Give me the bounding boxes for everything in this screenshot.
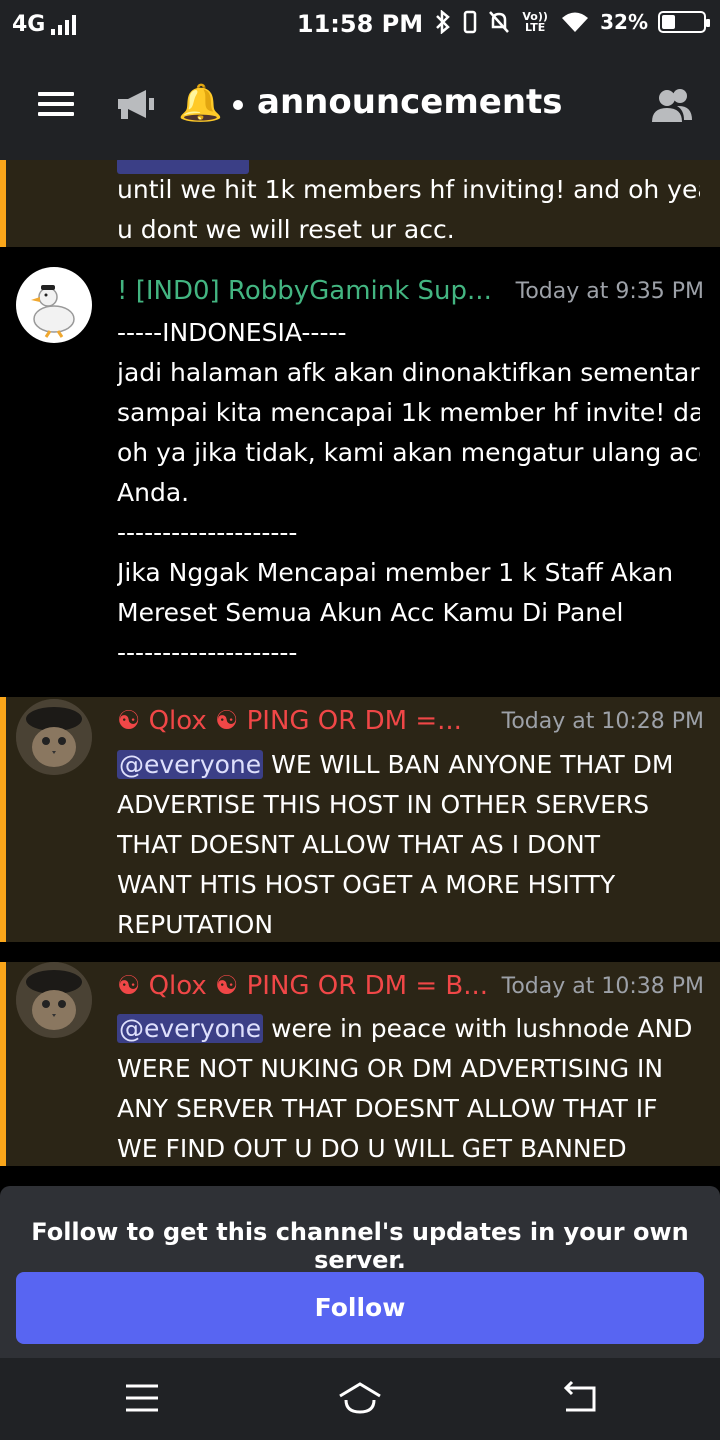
- message-line: WANT HTIS HOST OGET A MORE HSITTY: [117, 870, 616, 899]
- cat-avatar-icon: [16, 699, 92, 775]
- mute-icon: [489, 11, 510, 33]
- message-divider: [0, 942, 720, 962]
- back-icon[interactable]: [560, 1380, 600, 1416]
- message-line: u dont we will reset ur acc.: [117, 215, 455, 244]
- duck-avatar-icon: [31, 285, 75, 338]
- message-item[interactable]: ! [IND0] RobbyGamink Sup... Today at 9:3…: [0, 247, 720, 697]
- message-line: Mereset Semua Akun Acc Kamu Di Panel: [117, 598, 624, 627]
- bluetooth-icon: [436, 10, 450, 34]
- separator-dot: [233, 100, 243, 110]
- message-line: WERE NOT NUKING OR DM ADVERTISING IN: [117, 1054, 664, 1083]
- message-content: -----INDONESIA----- jadi halaman afk aka…: [117, 313, 700, 673]
- timestamp: Today at 9:35 PM: [515, 279, 704, 304]
- message-content: @everyone WE WILL BAN ANYONE THAT DM ADV…: [117, 745, 700, 945]
- message-header: ! [IND0] RobbyGamink Sup... Today at 9:3…: [117, 275, 704, 311]
- message-line: ADVERTISE THIS HOST IN OTHER SERVERS: [117, 790, 650, 819]
- timestamp: Today at 10:28 PM: [501, 709, 704, 734]
- message-divider: [0, 1166, 720, 1186]
- follow-button[interactable]: Follow: [16, 1272, 704, 1344]
- message-line: sampai kita mencapai 1k member hf invite…: [117, 398, 700, 427]
- message-line: REPUTATION: [117, 910, 274, 939]
- follow-panel: Follow to get this channel's updates in …: [0, 1186, 720, 1358]
- message-line: --------------------: [117, 638, 298, 667]
- megaphone-icon: [118, 90, 154, 119]
- channel-header: 🔔 announcements: [0, 52, 720, 160]
- wifi-icon: [562, 12, 589, 32]
- system-nav-bar: [0, 1358, 720, 1440]
- members-icon[interactable]: [650, 86, 694, 126]
- home-icon[interactable]: [336, 1380, 384, 1416]
- message-line: WE WILL BAN ANYONE THAT DM: [263, 750, 674, 779]
- channel-title: announcements: [257, 82, 563, 122]
- message-line: oh ya jika tidak, kami akan mengatur ula…: [117, 438, 700, 467]
- author-name[interactable]: ☯ Qlox ☯ PING OR DM =...: [117, 706, 462, 736]
- everyone-mention[interactable]: @everyone: [117, 750, 264, 779]
- author-name[interactable]: ! [IND0] RobbyGamink Sup...: [117, 276, 492, 306]
- cat-avatar-icon: [16, 962, 92, 1038]
- status-bar: 4G 11:58 PM Vo)) LTE 32%: [0, 0, 720, 52]
- message-item[interactable]: ☯ Qlox ☯ PING OR DM =... Today at 10:28 …: [0, 697, 720, 942]
- battery-icon: [658, 11, 710, 33]
- follow-prompt: Follow to get this channel's updates in …: [31, 1218, 689, 1274]
- avatar[interactable]: [16, 699, 92, 775]
- message-line: -----INDONESIA-----: [117, 318, 347, 347]
- avatar[interactable]: [16, 267, 92, 343]
- message-list[interactable]: until we hit 1k members hf inviting! and…: [0, 160, 720, 1186]
- avatar[interactable]: [16, 962, 92, 1038]
- message-line: ANY SERVER THAT DOESNT ALLOW THAT IF: [117, 1094, 658, 1123]
- recent-apps-icon[interactable]: [122, 1380, 162, 1416]
- message-line: until we hit 1k members hf inviting! and…: [117, 175, 700, 204]
- author-name[interactable]: ☯ Qlox ☯ PING OR DM = B...: [117, 971, 488, 1001]
- volte-indicator: Vo)) LTE: [522, 10, 548, 34]
- vibrate-icon: [463, 10, 477, 34]
- status-icons: Vo)) LTE 32%: [434, 10, 710, 34]
- message-line: jadi halaman afk akan dinonaktifkan seme…: [117, 358, 700, 387]
- timestamp: Today at 10:38 PM: [501, 974, 704, 999]
- message-line: Jika Nggak Mencapai member 1 k Staff Aka…: [117, 558, 674, 587]
- battery-percent: 32%: [600, 10, 648, 34]
- message-item[interactable]: ☯ Qlox ☯ PING OR DM = B... Today at 10:3…: [0, 962, 720, 1166]
- everyone-mention[interactable]: @everyone: [117, 1014, 264, 1043]
- message-line: Anda.: [117, 478, 190, 507]
- hamburger-menu-icon[interactable]: [38, 92, 74, 116]
- message-item[interactable]: until we hit 1k members hf inviting! and…: [0, 160, 720, 247]
- message-header: ☯ Qlox ☯ PING OR DM =... Today at 10:28 …: [117, 705, 704, 741]
- message-line: WE FIND OUT U DO U WILL GET BANNED: [117, 1134, 627, 1163]
- message-header: ☯ Qlox ☯ PING OR DM = B... Today at 10:3…: [117, 970, 704, 1006]
- bell-emoji: 🔔: [178, 83, 223, 124]
- message-line: --------------------: [117, 518, 298, 547]
- message-line: were in peace with lushnode AND: [263, 1014, 693, 1043]
- message-line: THAT DOESNT ALLOW THAT AS I DONT: [117, 830, 600, 859]
- message-content: @everyone were in peace with lushnode AN…: [117, 1009, 700, 1169]
